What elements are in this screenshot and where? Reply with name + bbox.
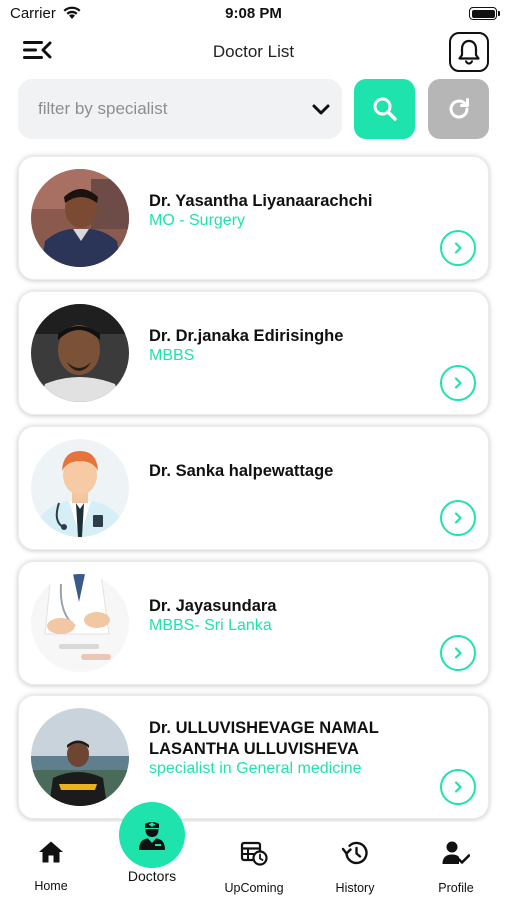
view-doctor-button[interactable] — [440, 500, 476, 536]
chevron-right-icon — [454, 377, 462, 389]
chevron-down-icon — [312, 104, 330, 115]
nav-history-label: History — [335, 881, 375, 895]
view-doctor-button[interactable] — [440, 769, 476, 805]
nav-upcoming[interactable]: UpComing — [209, 840, 299, 895]
doctor-name: Dr. Jayasundara — [149, 597, 277, 615]
user-check-icon — [442, 841, 471, 864]
nav-history[interactable]: History — [310, 840, 400, 895]
filter-placeholder: filter by specialist — [38, 99, 168, 118]
nav-profile[interactable]: Profile — [411, 840, 501, 895]
calendar-clock-icon — [240, 841, 268, 866]
view-doctor-button[interactable] — [440, 635, 476, 671]
nav-doctors-label: Doctors — [127, 868, 177, 884]
chevron-right-icon — [454, 781, 462, 793]
nav-home[interactable]: Home — [6, 840, 96, 893]
chevron-right-icon — [454, 512, 462, 524]
nav-upcoming-label: UpComing — [224, 881, 284, 895]
doctor-avatar — [31, 169, 129, 267]
search-icon — [373, 97, 397, 121]
doctor-avatar — [31, 439, 129, 537]
status-bar: Carrier 9:08 PM — [0, 0, 507, 28]
doctor-name: Dr. Yasantha Liyanaarachchi — [149, 192, 373, 210]
doctor-avatar — [31, 708, 129, 806]
home-icon — [39, 841, 63, 863]
doctor-name: Dr. ULLUVISHEVAGE NAMAL LASANTHA ULLUVIS… — [149, 719, 379, 758]
doctor-card[interactable]: Dr. Yasantha Liyanaarachchi MO - Surgery — [18, 156, 489, 280]
nav-home-label: Home — [34, 879, 68, 893]
battery-icon — [469, 7, 500, 20]
search-button[interactable] — [354, 79, 415, 139]
chevron-right-icon — [454, 242, 462, 254]
page-title: Doctor List — [212, 42, 295, 61]
doctor-specialty: specialist in General medicine — [149, 760, 362, 777]
view-doctor-button[interactable] — [440, 230, 476, 266]
specialist-filter-select[interactable]: filter by specialist — [18, 79, 342, 139]
notifications-button[interactable] — [449, 32, 489, 72]
doctor-name: Dr. Sanka halpewattage — [149, 462, 334, 480]
doctor-avatar — [31, 574, 129, 672]
bell-icon — [458, 39, 480, 65]
doctor-card[interactable]: Dr. Jayasundara MBBS- Sri Lanka — [18, 561, 489, 685]
doctor-avatar — [31, 304, 129, 402]
doctor-icon — [139, 822, 165, 850]
refresh-icon — [449, 98, 469, 119]
doctor-specialty: MO - Surgery — [149, 212, 246, 229]
bottom-nav: Home UpComing History Profile — [0, 822, 507, 900]
doctor-card[interactable]: Dr. Sanka halpewattage — [18, 426, 489, 550]
nav-profile-label: Profile — [438, 881, 474, 895]
status-time: 9:08 PM — [225, 5, 282, 22]
history-icon — [341, 841, 368, 865]
doctor-card[interactable]: Dr. ULLUVISHEVAGE NAMAL LASANTHA ULLUVIS… — [18, 695, 489, 819]
refresh-button[interactable] — [428, 79, 489, 139]
doctor-name: Dr. Dr.janaka Edirisinghe — [149, 327, 344, 345]
nav-doctors[interactable] — [119, 802, 185, 868]
view-doctor-button[interactable] — [440, 365, 476, 401]
doctor-specialty: MBBS- Sri Lanka — [149, 617, 272, 634]
chevron-right-icon — [454, 647, 462, 659]
doctor-card[interactable]: Dr. Dr.janaka Edirisinghe MBBS — [18, 291, 489, 415]
doctor-specialty: MBBS — [149, 347, 195, 364]
